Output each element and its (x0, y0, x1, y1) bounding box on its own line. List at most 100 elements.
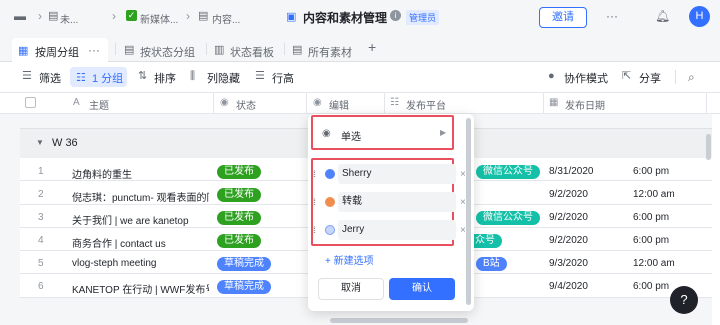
cell-time[interactable]: 12:00 am (633, 258, 675, 269)
row-number: 5 (38, 258, 44, 269)
cell-topic[interactable]: 倪志琪：punctum- 观看表面的同 (72, 189, 209, 204)
row-number: 6 (38, 281, 44, 292)
status-tag: 已发布 (217, 165, 261, 179)
page-title[interactable]: 内容和素材管理 (303, 9, 387, 26)
help-button[interactable]: ? (670, 286, 698, 314)
role-badge: 管理员 (406, 10, 440, 25)
status-tag: 草稿完成 (217, 257, 271, 271)
tab-divider (284, 43, 285, 55)
hide-columns-label: 列隐藏 (207, 73, 240, 85)
drag-handle-icon[interactable]: ⁞⁞ (313, 225, 316, 235)
remove-option-icon[interactable]: × (460, 169, 466, 180)
cell-date[interactable]: 9/3/2020 (549, 258, 588, 269)
tab-kanban[interactable]: ▥ 状态看板 (214, 38, 282, 60)
confirm-button[interactable]: 确认 (389, 278, 455, 300)
person-icon: ● (548, 70, 555, 82)
select-all-checkbox[interactable] (25, 97, 36, 108)
option-input-jerry[interactable]: Jerry (338, 220, 456, 240)
platform-tag: 微信公众号 (476, 165, 540, 179)
add-option-button[interactable]: + 新建选项 (325, 252, 374, 267)
table-header: A 主题 ◉ 状态 ◉ 编辑 ☷ 发布平台 ▦ 发布日期 (0, 92, 720, 114)
group-label: 1 分组 (92, 73, 124, 85)
text-field-icon: A (73, 97, 80, 108)
more-options-icon[interactable]: ··· (606, 9, 618, 23)
add-tab-button[interactable]: + (368, 39, 376, 55)
cell-topic[interactable]: 边角料的重生 (72, 166, 207, 181)
invite-button[interactable]: 邀请 (539, 7, 587, 28)
collapse-triangle-icon[interactable]: ▼ (36, 138, 44, 147)
horizontal-scrollbar[interactable] (330, 318, 468, 323)
option-color-dot[interactable] (325, 225, 335, 235)
tab-more-icon[interactable]: ··· (88, 43, 100, 57)
share-icon: ⇱ (622, 70, 632, 82)
column-divider (213, 93, 214, 113)
remove-option-icon[interactable]: × (460, 225, 466, 236)
cell-time[interactable]: 6:00 pm (633, 166, 669, 177)
tab-by-status[interactable]: ▤ 按状态分组 (124, 38, 204, 60)
toolbar-divider (675, 70, 676, 84)
kanban-icon: ▥ (214, 44, 225, 56)
base-icon: ▣ (286, 11, 297, 23)
cell-topic[interactable]: 关于我们 | we are kanetop (72, 212, 207, 227)
calendar-icon: ▦ (549, 97, 559, 108)
tab-label: 所有素材 (308, 47, 352, 59)
column-header-topic[interactable]: 主题 (89, 97, 109, 112)
option-color-dot[interactable] (325, 169, 335, 179)
cell-time[interactable]: 6:00 pm (633, 235, 669, 246)
breadcrumb-item-3[interactable]: 内容... (212, 11, 240, 26)
group-button[interactable]: ☷ 1 分组 (70, 67, 127, 87)
column-header-platform[interactable]: 发布平台 (406, 97, 446, 112)
option-color-dot[interactable] (325, 197, 335, 207)
doc-icon: ▤ (198, 10, 209, 22)
cell-date[interactable]: 9/4/2020 (549, 281, 588, 292)
cell-date[interactable]: 8/31/2020 (549, 166, 594, 177)
option-input-reprint[interactable]: 转载 (338, 192, 456, 212)
platform-tag: 微信公众号 (476, 211, 540, 225)
folder-icon[interactable]: ▬ (14, 10, 26, 22)
cell-topic[interactable]: 商务合作 | contact us (72, 235, 207, 250)
option-input-sherry[interactable]: Sherry (338, 164, 456, 184)
cell-date[interactable]: 9/2/2020 (549, 235, 588, 246)
field-type-label: 单选 (341, 132, 361, 143)
collab-mode-label: 协作模式 (564, 73, 608, 85)
row-number: 2 (38, 189, 44, 200)
popup-scrollbar[interactable] (466, 118, 471, 305)
tab-by-week[interactable]: ▦ 按周分组 ··· (12, 38, 108, 62)
breadcrumb-item-2[interactable]: 新媒体... (140, 11, 178, 26)
cell-topic[interactable]: KANETOP 在行动 | WWF发布号 (72, 281, 209, 296)
view-tabs: ▦ 按周分组 ··· ▤ 按状态分组 ▥ 状态看板 ▤ 所有素材 + (0, 34, 720, 62)
cancel-button[interactable]: 取消 (318, 278, 384, 300)
remove-option-icon[interactable]: × (460, 197, 466, 208)
sort-label: 排序 (154, 73, 176, 85)
chevron-right-icon: ▶ (440, 128, 447, 137)
column-divider (384, 93, 385, 113)
info-icon[interactable]: i (390, 10, 401, 21)
tab-divider (206, 43, 207, 55)
vertical-scrollbar[interactable] (706, 134, 711, 160)
breadcrumb-item-1[interactable]: 未... (60, 11, 78, 26)
cell-time[interactable]: 6:00 pm (633, 281, 669, 292)
drag-handle-icon[interactable]: ⁞⁞ (313, 197, 316, 207)
filter-label: 筛选 (39, 73, 61, 85)
cell-date[interactable]: 9/2/2020 (549, 212, 588, 223)
row-number: 4 (38, 235, 44, 246)
row-number: 3 (38, 212, 44, 223)
row-height-label: 行高 (272, 73, 294, 85)
column-header-editor[interactable]: 编辑 (329, 97, 349, 112)
column-divider (543, 93, 544, 113)
bell-icon[interactable]: 🔔︎ (655, 9, 670, 23)
cell-topic[interactable]: vlog-steph meeting (72, 258, 207, 269)
multiselect-field-icon: ☷ (390, 97, 399, 108)
tab-all-assets[interactable]: ▤ 所有素材 (292, 38, 360, 60)
select-field-icon: ◉ (220, 97, 229, 108)
field-type-selector[interactable]: ◉ 单选 ▶ (319, 124, 447, 144)
cell-date[interactable]: 9/2/2020 (549, 189, 588, 200)
cell-time[interactable]: 12:00 am (633, 189, 675, 200)
column-header-status[interactable]: 状态 (236, 97, 256, 112)
search-icon[interactable]: ⌕ (688, 71, 695, 83)
drag-handle-icon[interactable]: ⁞⁞ (313, 169, 316, 179)
avatar[interactable]: H (689, 6, 710, 27)
column-header-date[interactable]: 发布日期 (565, 97, 605, 112)
platform-tag: B站 (476, 257, 507, 271)
cell-time[interactable]: 6:00 pm (633, 212, 669, 223)
